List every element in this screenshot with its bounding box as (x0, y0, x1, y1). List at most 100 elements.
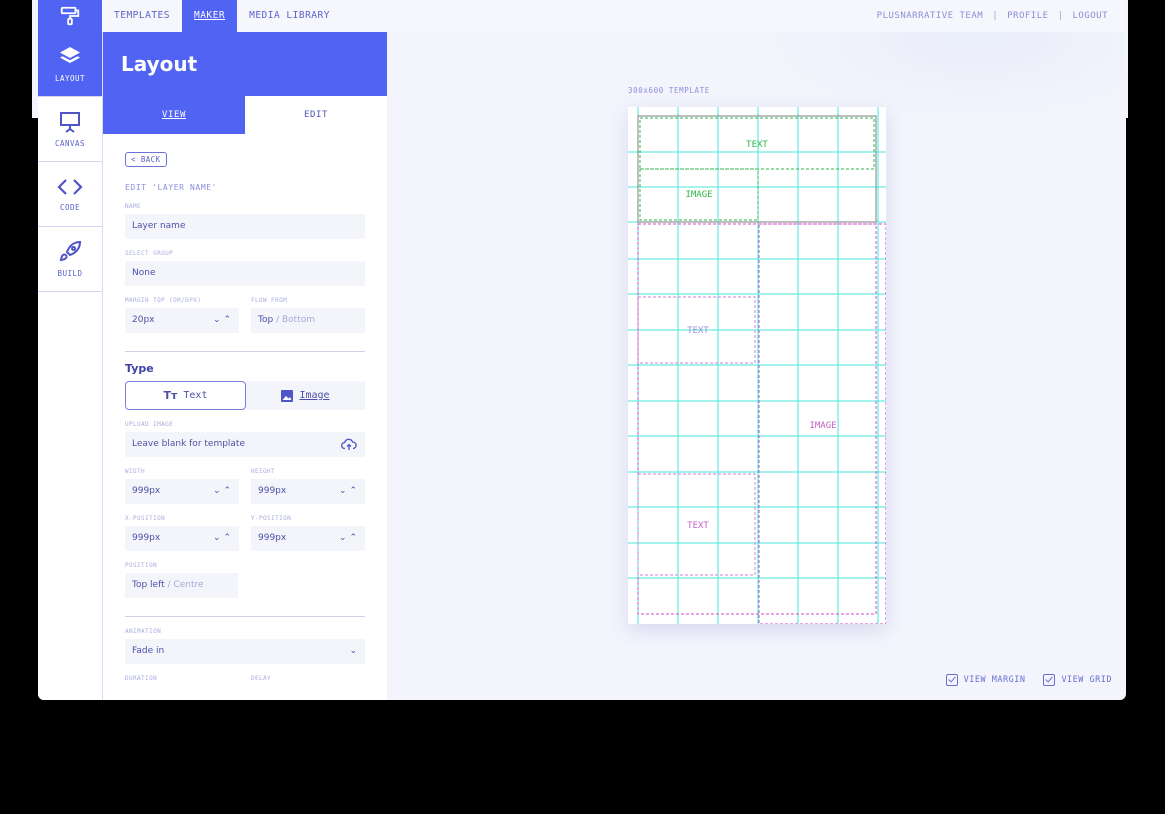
stepper-arrows-icon[interactable]: ⌄ ⌃ (339, 479, 357, 504)
stepper-arrows-icon[interactable]: ⌄ ⌃ (213, 479, 231, 504)
height-stepper[interactable]: 999px ⌄ ⌃ (251, 479, 365, 504)
layout-panel: Layout VIEW EDIT < BACK EDIT 'LAYER NAME… (103, 32, 387, 700)
animation-label: ANIMATION (125, 628, 162, 635)
layer-name-input[interactable]: Layer name (125, 214, 365, 239)
view-grid-label: VIEW GRID (1061, 675, 1112, 685)
width-label: WIDTH (125, 468, 146, 475)
main-nav: TEMPLATES MAKER MEDIA LIBRARY (102, 0, 342, 32)
divider (125, 616, 365, 617)
margin-top-label: MARGIN TOP (OR/DPX) (125, 297, 202, 304)
sidebar-item-build[interactable]: BUILD (38, 227, 102, 292)
sidebar-item-label: BUILD (57, 269, 83, 278)
grid-rows (628, 151, 886, 579)
panel-title: Layout (103, 32, 387, 96)
ypos-stepper[interactable]: 999px ⌄ ⌃ (251, 526, 365, 551)
view-toggles: VIEW MARGIN VIEW GRID (945, 674, 1112, 686)
view-margin-toggle[interactable]: VIEW MARGIN (945, 674, 1026, 686)
xpos-stepper[interactable]: 999px ⌄ ⌃ (125, 526, 239, 551)
sidebar-item-canvas[interactable]: CANVAS (38, 97, 102, 162)
team-link[interactable]: PLUSNARRATIVE TEAM (877, 11, 984, 21)
stepper-arrows-icon[interactable]: ⌄ ⌃ (213, 308, 231, 333)
view-margin-label: VIEW MARGIN (963, 675, 1026, 685)
stepper-arrows-icon[interactable]: ⌄ ⌃ (213, 526, 231, 551)
tab-view[interactable]: VIEW (103, 96, 245, 134)
flow-from-toggle[interactable]: Top / Bottom (251, 308, 365, 333)
edit-layer-title: EDIT 'LAYER NAME' (125, 183, 218, 192)
stepper-arrows-icon[interactable]: ⌄ ⌃ (339, 526, 357, 551)
sidebar-item-layout[interactable]: LAYOUT (38, 32, 102, 97)
checkbox-checked-icon[interactable] (945, 674, 958, 686)
image-label-2: IMAGE (809, 421, 836, 431)
type-text-button[interactable]: Tт Text (125, 381, 246, 410)
type-text-label: Text (183, 390, 208, 401)
margin-box-magenta (637, 223, 877, 615)
sidebar-item-label: LAYOUT (54, 74, 86, 83)
xpos-value: 999px (132, 533, 161, 543)
logout-link[interactable]: LOGOUT (1072, 11, 1108, 21)
checkbox-checked-icon[interactable] (1043, 674, 1056, 686)
group-label: SELECT GROUP (125, 250, 174, 257)
margin-top-value: 20px (132, 315, 155, 325)
separator: | (1057, 11, 1064, 21)
view-grid-toggle[interactable]: VIEW GRID (1043, 674, 1112, 686)
cloud-upload-icon[interactable] (341, 438, 357, 451)
image-icon (281, 389, 294, 402)
profile-link[interactable]: PROFILE (1007, 11, 1048, 21)
edit-form: < BACK EDIT 'LAYER NAME' NAME Layer name… (103, 134, 387, 686)
group-select[interactable]: None (125, 261, 365, 286)
top-bar: TEMPLATES MAKER MEDIA LIBRARY PLUSNARRAT… (38, 0, 1126, 32)
type-image-button[interactable]: Image (246, 381, 365, 410)
position-label: POSITION (125, 562, 158, 569)
height-value: 999px (258, 486, 287, 496)
type-toggle: Tт Text Image (125, 381, 365, 410)
text-label-3: TEXT (687, 521, 709, 531)
flow-top[interactable]: Top (258, 315, 273, 325)
position-toggle[interactable]: Top left / Centre (125, 573, 238, 598)
layers-icon (60, 47, 80, 63)
name-label: NAME (125, 203, 142, 210)
position-centre[interactable]: Centre (173, 580, 203, 590)
image-label-1: IMAGE (685, 190, 712, 200)
easel-icon (60, 112, 80, 133)
account-nav: PLUSNARRATIVE TEAM | PROFILE | LOGOUT (877, 0, 1108, 32)
rocket-icon (59, 240, 82, 262)
position-top-left[interactable]: Top left (132, 580, 165, 590)
paint-roller-logo-icon[interactable] (38, 0, 102, 32)
app-window: TEMPLATES MAKER MEDIA LIBRARY PLUSNARRAT… (38, 0, 1126, 700)
text-type-icon: Tт (163, 389, 178, 402)
template-canvas[interactable]: TEXT IMAGE TEXT IMAGE TEXT (628, 107, 886, 624)
template-grid-svg: TEXT IMAGE TEXT IMAGE TEXT (628, 107, 886, 624)
animation-select[interactable]: Fade in ⌄ (125, 639, 365, 664)
back-button[interactable]: < BACK (125, 152, 167, 167)
animation-value: Fade in (132, 646, 165, 656)
sidebar-item-code[interactable]: CODE (38, 162, 102, 227)
text-label-2: TEXT (687, 326, 709, 336)
divider (125, 351, 365, 352)
width-value: 999px (132, 486, 161, 496)
width-stepper[interactable]: 999px ⌄ ⌃ (125, 479, 239, 504)
sidebar-item-label: CODE (59, 203, 81, 212)
ypos-value: 999px (258, 533, 287, 543)
upload-label: UPLOAD IMAGE (125, 421, 174, 428)
upload-image-input[interactable]: Leave blank for template (125, 432, 365, 457)
nav-templates[interactable]: TEMPLATES (102, 0, 182, 32)
sidebar: LAYOUT CANVAS CODE BUILD (38, 32, 103, 700)
chevron-down-icon: ⌄ (349, 646, 357, 656)
template-size-label: 300x600 TEMPLATE (628, 86, 710, 95)
nav-maker[interactable]: MAKER (181, 0, 238, 32)
duration-label: DURATION (125, 675, 158, 682)
code-icon (57, 179, 83, 195)
panel-tabs: VIEW EDIT (103, 96, 387, 134)
separator: / (167, 580, 171, 590)
margin-top-stepper[interactable]: 20px ⌄ ⌃ (125, 308, 239, 333)
upload-placeholder: Leave blank for template (132, 439, 246, 449)
xpos-label: X-POSITION (125, 515, 166, 522)
delay-label: DELAY (251, 675, 272, 682)
separator: | (992, 11, 999, 21)
flow-from-label: FLOW FROM (251, 297, 288, 304)
flow-bottom[interactable]: Bottom (282, 315, 315, 325)
tab-edit[interactable]: EDIT (245, 96, 387, 134)
nav-media-library[interactable]: MEDIA LIBRARY (237, 0, 342, 32)
canvas-area: 300x600 TEMPLATE TEXT IMAGE TEXT IMAGE T… (387, 32, 1126, 700)
height-label: HEIGHT (251, 468, 276, 475)
